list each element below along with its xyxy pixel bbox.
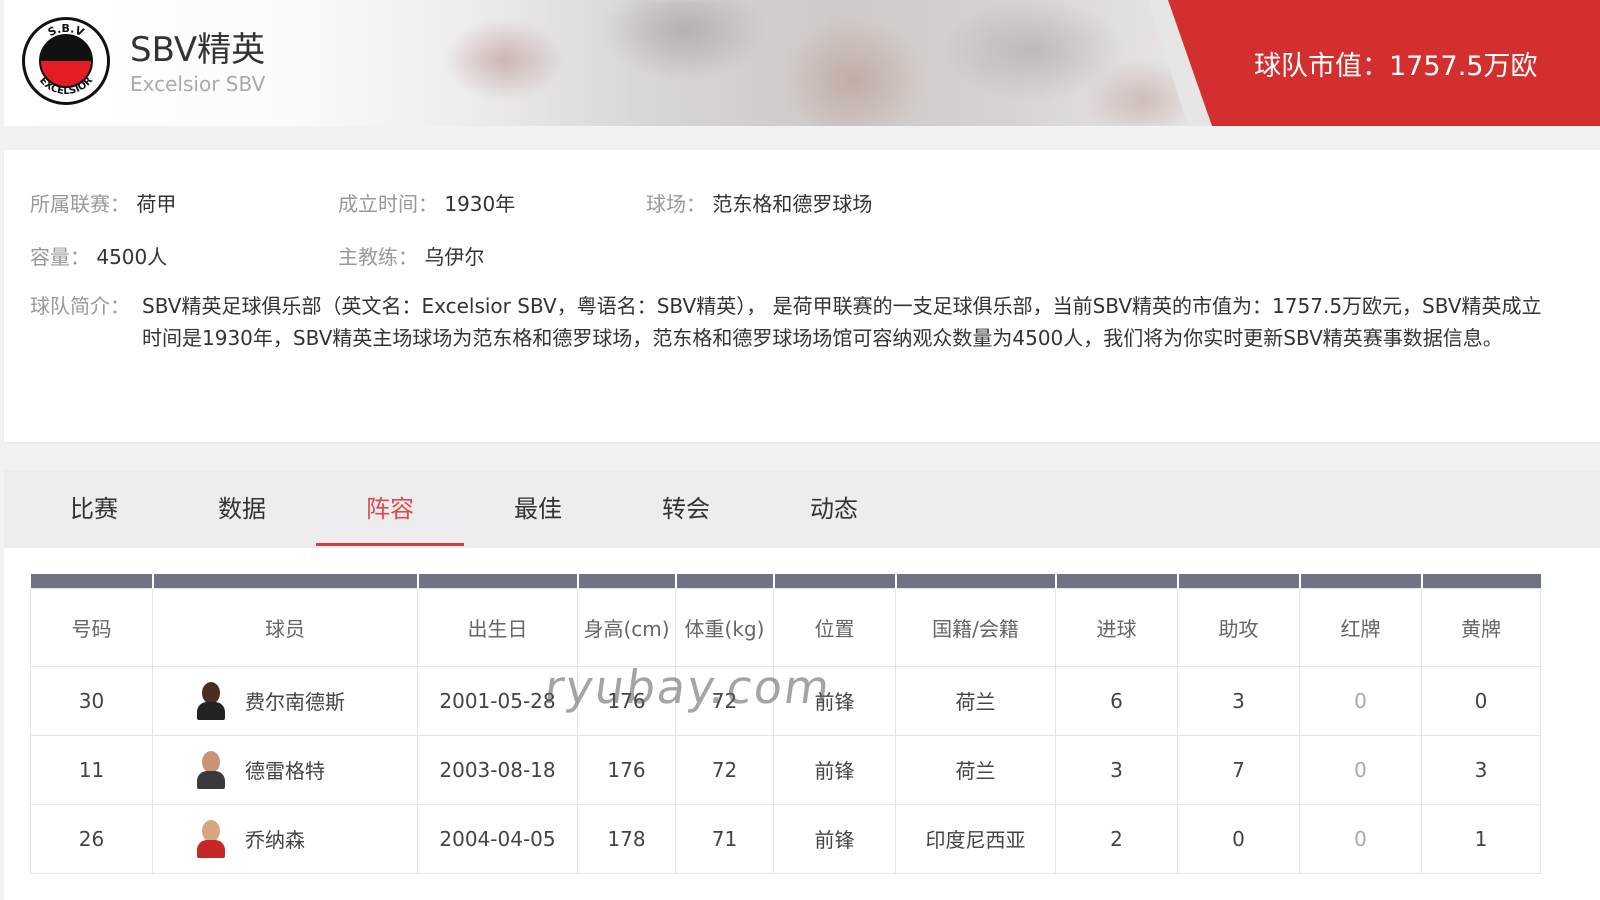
founded-value: 1930年 [444,192,516,216]
player-nationality: 荷兰 [895,665,1056,736]
stadium-value: 范东格和德罗球场 [712,192,873,216]
svg-text:S.B.V: S.B.V [46,22,86,39]
table-header-bar [30,574,1541,588]
player-goals: 3 [1055,734,1178,805]
coach-value: 乌伊尔 [424,245,485,269]
player-height: 176 [577,734,676,805]
player-goals: 2 [1055,803,1178,874]
player-birth: 2004-04-05 [417,803,578,874]
col-player: 球员 [152,587,418,667]
coach-label: 主教练： [338,245,418,269]
col-number: 号码 [30,587,153,667]
player-height: 176 [577,665,676,736]
player-yellow-cards: 0 [1421,665,1541,736]
tab-best[interactable]: 最佳 [464,470,612,548]
tab-news[interactable]: 动态 [760,470,908,548]
team-tabs: 比赛 数据 阵容 最佳 转会 动态 [4,470,1600,548]
tab-squad[interactable]: 阵容 [316,470,464,548]
info-league: 所属联赛： 荷甲 [30,188,176,217]
table-header-row: 号码 球员 出生日 身高(cm) 体重(kg) 位置 国籍/会籍 进球 助攻 红… [30,587,1541,667]
col-nationality: 国籍/会籍 [895,587,1056,667]
col-yellow-cards: 黄牌 [1421,587,1541,667]
player-position: 前锋 [773,803,896,874]
player-weight: 72 [675,665,774,736]
player-avatar [197,681,225,720]
player-yellow-cards: 3 [1421,734,1541,805]
player-number: 11 [30,734,153,805]
player-avatar [197,750,225,789]
player-name[interactable]: 乔纳森 [245,824,305,853]
player-assists: 7 [1177,734,1300,805]
player-goals: 6 [1055,665,1178,736]
player-height: 178 [577,803,676,874]
col-height: 身高(cm) [577,587,676,667]
info-coach: 主教练： 乌伊尔 [338,241,484,270]
player-nationality: 荷兰 [895,734,1056,805]
league-label: 所属联赛： [30,192,130,216]
player-avatar [197,819,225,858]
player-birth: 2003-08-18 [417,734,578,805]
league-value: 荷甲 [136,192,177,216]
col-assists: 助攻 [1177,587,1300,667]
svg-text:EXCELSIOR: EXCELSIOR [37,75,95,97]
stadium-label: 球场： [646,192,706,216]
player-name[interactable]: 德雷格特 [245,755,325,784]
squad-table-card: 号码 球员 出生日 身高(cm) 体重(kg) 位置 国籍/会籍 进球 助攻 红… [4,548,1600,900]
player-number: 26 [30,803,153,874]
player-red-cards: 0 [1299,665,1422,736]
table-row[interactable]: 30 费尔南德斯 2001-05-28 176 72 前锋 荷兰 6 3 0 0 [30,665,1541,736]
player-yellow-cards: 1 [1421,803,1541,874]
info-capacity: 容量： 4500人 [30,241,167,270]
col-red-cards: 红牌 [1299,587,1422,667]
player-weight: 72 [675,734,774,805]
team-intro: 球队简介： SBV精英足球俱乐部（英文名：Excelsior SBV，粤语名：S… [30,290,1550,354]
table-row[interactable]: 26 乔纳森 2004-04-05 178 71 前锋 印度尼西亚 2 0 0 … [30,803,1541,874]
player-assists: 3 [1177,665,1300,736]
crowd-background-image [384,0,1204,126]
col-goals: 进球 [1055,587,1178,667]
player-position: 前锋 [773,665,896,736]
col-weight: 体重(kg) [675,587,774,667]
player-position: 前锋 [773,734,896,805]
capacity-label: 容量： [30,245,90,269]
table-row[interactable]: 11 德雷格特 2003-08-18 176 72 前锋 荷兰 3 7 0 3 [30,734,1541,805]
player-nationality: 印度尼西亚 [895,803,1056,874]
team-name-english: Excelsior SBV [130,72,266,96]
intro-text: SBV精英足球俱乐部（英文名：Excelsior SBV，粤语名：SBV精英），… [142,294,1542,350]
intro-label: 球队简介： [30,294,130,318]
col-birth: 出生日 [417,587,578,667]
tab-transfers[interactable]: 转会 [612,470,760,548]
player-red-cards: 0 [1299,803,1422,874]
logo-ring-text: S.B.V EXCELSIOR [37,22,95,97]
player-weight: 71 [675,803,774,874]
player-birth: 2001-05-28 [417,665,578,736]
player-red-cards: 0 [1299,734,1422,805]
player-assists: 0 [1177,803,1300,874]
player-number: 30 [30,665,153,736]
tab-stats[interactable]: 数据 [168,470,316,548]
col-position: 位置 [773,587,896,667]
tab-matches[interactable]: 比赛 [20,470,168,548]
team-logo: S.B.V EXCELSIOR [22,17,110,105]
founded-label: 成立时间： [338,192,438,216]
player-name[interactable]: 费尔南德斯 [245,686,345,715]
team-name: SBV精英 [130,30,266,70]
capacity-value: 4500人 [96,245,168,269]
squad-table: 号码 球员 出生日 身高(cm) 体重(kg) 位置 国籍/会籍 进球 助攻 红… [30,574,1541,874]
info-founded: 成立时间： 1930年 [338,188,515,217]
team-info-card: 所属联赛： 荷甲 成立时间： 1930年 球场： 范东格和德罗球场 容量： 45… [4,150,1600,442]
info-stadium: 球场： 范东格和德罗球场 [646,188,872,217]
market-value-text: 球队市值：1757.5万欧 [1254,51,1538,82]
